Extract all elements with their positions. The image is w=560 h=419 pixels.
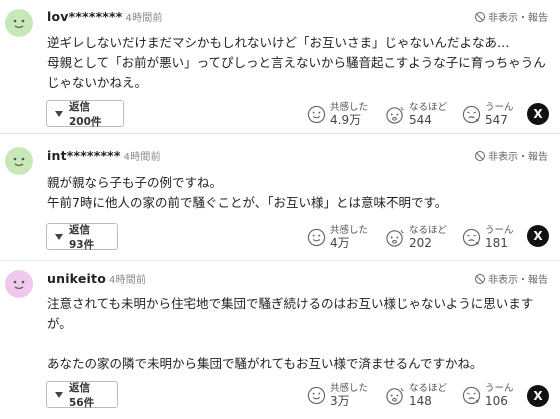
comment-body: 逆ギレしないだけまだマシかもしれないけど「お互いさま」じゃないんだよなあ… 母親… <box>47 35 546 90</box>
triangle-down-icon <box>55 391 63 398</box>
naruhodo-reaction-button[interactable]: なるほど 148 <box>385 381 447 409</box>
post-time: 4時間前 <box>125 13 163 24</box>
avatar[interactable] <box>5 270 33 298</box>
comment-item: unikeito 4時間前 非表示・報告 注意されても未明から住宅地で集団で騒ぎ続… <box>0 260 560 419</box>
confused-face-icon <box>462 228 481 246</box>
uun-count: 181 <box>485 236 508 250</box>
idea-face-icon <box>386 229 404 247</box>
confused-face-icon <box>462 105 481 123</box>
comment-body: 親が親なら子も子の例ですね。 午前7時に他人の家の前で騒ぐことが、「お互い様」と… <box>47 175 448 210</box>
reply-toggle-button[interactable]: 返信 93件 <box>46 223 118 251</box>
smile-icon <box>307 105 326 123</box>
user-name[interactable]: unikeito 4時間前 <box>47 271 146 286</box>
empathy-count: 4万 <box>330 236 350 250</box>
naruhodo-count: 544 <box>409 113 432 127</box>
avatar[interactable] <box>5 147 33 175</box>
ban-icon <box>475 273 485 284</box>
reply-toggle-button[interactable]: 返信 200件 <box>46 100 124 128</box>
idea-face-icon <box>386 387 404 405</box>
uun-reaction-button[interactable]: うーん 106 <box>462 381 514 409</box>
uun-count: 106 <box>485 394 508 408</box>
uun-reaction-button[interactable]: うーん 547 <box>462 100 514 128</box>
avatar[interactable] <box>5 9 33 37</box>
hide-report-link[interactable]: 非表示・報告 <box>475 148 548 163</box>
comment-body: 注意されても未明から住宅地で集団で騒ぎ続けるのはお互い様じゃないように思いますが… <box>47 296 534 371</box>
idea-face-icon <box>386 106 404 124</box>
x-logo-icon: X <box>533 229 543 243</box>
naruhodo-reaction-button[interactable]: なるほど 544 <box>385 100 447 128</box>
empathy-reaction-button[interactable]: 共感した 3万 <box>307 381 368 409</box>
empathy-count: 4.9万 <box>330 113 362 127</box>
user-name[interactable]: lov******** 4時間前 <box>47 9 163 24</box>
uun-count: 547 <box>485 113 508 127</box>
comment-item: int******** 4時間前 非表示・報告 親が親なら子も子の例ですね。 午前… <box>0 133 560 260</box>
confused-face-icon <box>462 386 481 404</box>
user-name[interactable]: int******** 4時間前 <box>47 148 161 163</box>
user-face-icon <box>13 19 25 29</box>
user-face-icon <box>13 157 25 167</box>
x-logo-icon: X <box>533 107 543 121</box>
empathy-reaction-button[interactable]: 共感した 4.9万 <box>307 100 368 128</box>
reply-toggle-button[interactable]: 返信 56件 <box>46 381 118 409</box>
hide-report-link[interactable]: 非表示・報告 <box>475 271 548 286</box>
smile-icon <box>307 386 326 404</box>
post-time: 4時間前 <box>123 152 161 163</box>
post-time: 4時間前 <box>109 275 147 286</box>
uun-reaction-button[interactable]: うーん 181 <box>462 223 514 251</box>
naruhodo-reaction-button[interactable]: なるほど 202 <box>385 223 447 251</box>
x-logo-icon: X <box>533 389 543 403</box>
triangle-down-icon <box>55 233 63 240</box>
x-share-button[interactable]: X <box>527 225 549 247</box>
user-face-icon <box>13 280 25 290</box>
x-share-button[interactable]: X <box>527 385 549 407</box>
empathy-count: 3万 <box>330 394 350 408</box>
hide-report-link[interactable]: 非表示・報告 <box>475 9 548 24</box>
empathy-reaction-button[interactable]: 共感した 4万 <box>307 223 368 251</box>
naruhodo-count: 148 <box>409 394 432 408</box>
triangle-down-icon <box>55 110 63 117</box>
ban-icon <box>475 150 485 161</box>
ban-icon <box>475 11 485 22</box>
smile-icon <box>307 228 326 246</box>
x-share-button[interactable]: X <box>527 103 549 125</box>
comment-item: lov******** 4時間前 非表示・報告 逆ギレしないだけまだマシかもしれな… <box>0 0 560 133</box>
naruhodo-count: 202 <box>409 236 432 250</box>
